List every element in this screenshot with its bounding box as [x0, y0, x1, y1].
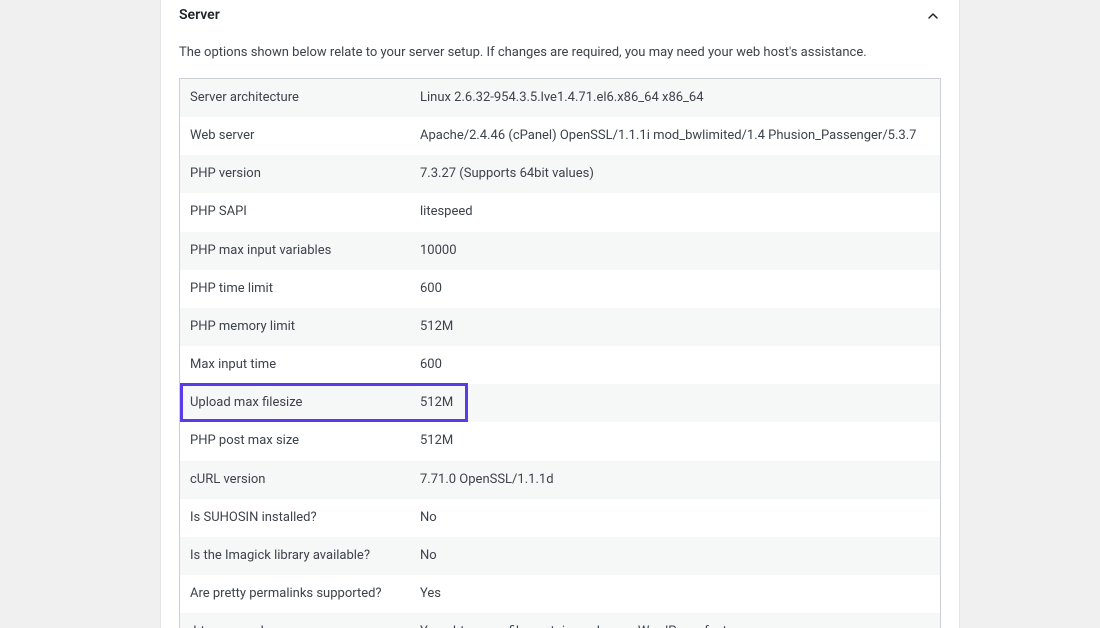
- table-row: Server architectureLinux 2.6.32-954.3.5.…: [180, 79, 940, 117]
- row-label: cURL version: [180, 461, 410, 499]
- row-value: litespeed: [410, 193, 940, 231]
- row-label: .htaccess rules: [180, 613, 410, 628]
- row-label: Is the Imagick library available?: [180, 537, 410, 575]
- section-title: Server: [179, 6, 220, 26]
- row-value: Apache/2.4.46 (cPanel) OpenSSL/1.1.1i mo…: [410, 117, 940, 155]
- row-value: 512M: [410, 422, 940, 460]
- row-label: PHP time limit: [180, 270, 410, 308]
- server-table: Server architectureLinux 2.6.32-954.3.5.…: [180, 79, 940, 628]
- table-row: Upload max filesize512M: [180, 384, 940, 422]
- row-value: 600: [410, 346, 940, 384]
- row-value: 512M: [410, 384, 940, 422]
- row-value: 10000: [410, 232, 940, 270]
- table-row: PHP version7.3.27 (Supports 64bit values…: [180, 155, 940, 193]
- row-value: 7.71.0 OpenSSL/1.1.1d: [410, 461, 940, 499]
- table-row: PHP SAPIlitespeed: [180, 193, 940, 231]
- table-row: Is SUHOSIN installed?No: [180, 499, 940, 537]
- row-label: Server architecture: [180, 79, 410, 117]
- row-label: Upload max filesize: [180, 384, 410, 422]
- table-row: Web serverApache/2.4.46 (cPanel) OpenSSL…: [180, 117, 940, 155]
- table-row: Max input time600: [180, 346, 940, 384]
- row-label: Max input time: [180, 346, 410, 384]
- table-row: .htaccess rulesYour .htaccess file conta…: [180, 613, 940, 628]
- row-label: Is SUHOSIN installed?: [180, 499, 410, 537]
- row-value: No: [410, 537, 940, 575]
- table-row: Is the Imagick library available?No: [180, 537, 940, 575]
- row-label: PHP post max size: [180, 422, 410, 460]
- table-row: PHP post max size512M: [180, 422, 940, 460]
- section-intro: The options shown below relate to your s…: [161, 44, 959, 78]
- row-value: Linux 2.6.32-954.3.5.lve1.4.71.el6.x86_6…: [410, 79, 940, 117]
- row-value: Yes: [410, 575, 940, 613]
- row-label: Web server: [180, 117, 410, 155]
- row-label: PHP version: [180, 155, 410, 193]
- table-row: Are pretty permalinks supported?Yes: [180, 575, 940, 613]
- section-header[interactable]: Server: [161, 0, 959, 44]
- row-label: Are pretty permalinks supported?: [180, 575, 410, 613]
- row-label: PHP max input variables: [180, 232, 410, 270]
- table-row: PHP time limit600: [180, 270, 940, 308]
- row-value: 600: [410, 270, 940, 308]
- table-row: PHP memory limit512M: [180, 308, 940, 346]
- table-row: cURL version7.71.0 OpenSSL/1.1.1d: [180, 461, 940, 499]
- row-value: Your .htaccess file contains only core W…: [410, 613, 940, 628]
- server-panel: Server The options shown below relate to…: [160, 0, 960, 628]
- table-row: PHP max input variables10000: [180, 232, 940, 270]
- row-value: 512M: [410, 308, 940, 346]
- row-value: 7.3.27 (Supports 64bit values): [410, 155, 940, 193]
- row-label: PHP memory limit: [180, 308, 410, 346]
- server-table-wrap: Server architectureLinux 2.6.32-954.3.5.…: [179, 78, 941, 628]
- row-label: PHP SAPI: [180, 193, 410, 231]
- row-value: No: [410, 499, 940, 537]
- chevron-up-icon[interactable]: [925, 8, 941, 24]
